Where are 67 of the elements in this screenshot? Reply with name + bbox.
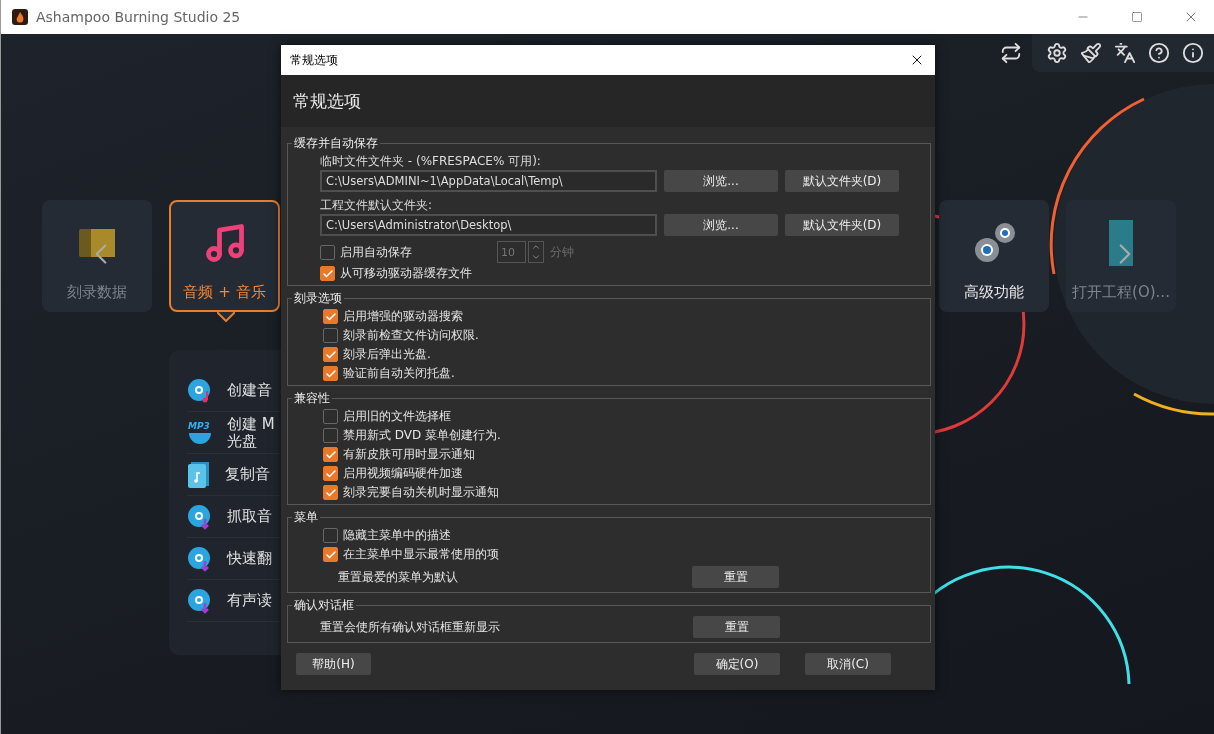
- dialog-heading: 常规选项: [293, 89, 361, 113]
- checkbox[interactable]: [323, 328, 338, 343]
- task-label: 抓取音: [227, 508, 272, 525]
- unit-label: 分钟: [550, 243, 574, 261]
- reset-button[interactable]: 重置: [692, 566, 779, 588]
- group-title: 兼容性: [293, 390, 331, 407]
- disc-download-icon: [187, 503, 213, 530]
- maximize-icon: [1131, 11, 1143, 23]
- task-label: 复制音: [225, 466, 270, 483]
- checkbox[interactable]: [323, 528, 338, 543]
- checkbox[interactable]: [323, 347, 338, 362]
- path-field[interactable]: C:\Users\Administrator\Desktop\: [320, 214, 657, 236]
- checkbox-label: 刻录前检查文件访问权限.: [343, 327, 479, 344]
- tile-label: 音频 + 音乐: [183, 283, 266, 302]
- cancel-button[interactable]: 取消(C): [805, 653, 891, 675]
- group-title: 缓存并自动保存: [293, 135, 379, 152]
- checkbox-label: 启用自动保存: [340, 243, 412, 261]
- disc-music-icon: [187, 377, 213, 404]
- task-label: 快速翻: [227, 550, 272, 567]
- dialog-title: 常规选项: [290, 51, 338, 69]
- checkbox-label: 从可移动驱动器缓存文件: [340, 265, 472, 282]
- group-title: 确认对话框: [293, 597, 355, 614]
- checkbox-label: 验证前自动关闭托盘.: [343, 365, 455, 382]
- default-folder-button[interactable]: 默认文件夹(D): [785, 214, 899, 236]
- document-icon: [1109, 219, 1133, 266]
- tile-label: 高级功能: [964, 283, 1024, 302]
- checkbox-label: 刻录后弹出光盘.: [343, 346, 431, 363]
- checkbox[interactable]: [323, 409, 338, 424]
- checkbox-label: 启用视频编码硬件加速: [343, 465, 463, 482]
- window-title: Ashampoo Burning Studio 25: [36, 9, 242, 25]
- music-file-icon: [187, 460, 211, 489]
- group-title: 菜单: [293, 509, 319, 526]
- pointer-icon: [217, 312, 235, 322]
- checkbox[interactable]: [323, 309, 338, 324]
- ok-button[interactable]: 确定(O): [694, 653, 780, 675]
- path-field[interactable]: C:\Users\ADMINI~1\AppData\Local\Temp\: [320, 170, 657, 192]
- tile-label: 打开工程(O)...: [1072, 283, 1170, 302]
- default-folder-button[interactable]: 默认文件夹(D): [785, 170, 899, 192]
- reset-label: 重置会使所有确认对话框重新显示: [320, 618, 501, 636]
- checkbox[interactable]: [323, 366, 338, 381]
- field-label: 临时文件文件夹 - (%FRESPACE% 可用):: [319, 153, 542, 170]
- tile-label: 刻录数据: [67, 283, 127, 302]
- app-flame-icon: [12, 9, 28, 25]
- disc-download-icon: [187, 545, 213, 572]
- checkbox[interactable]: [323, 447, 338, 462]
- task-label: 创建 M 光盘: [227, 415, 275, 450]
- folder-icon: [77, 226, 117, 259]
- browse-button[interactable]: 浏览...: [664, 170, 778, 192]
- checkbox[interactable]: [323, 466, 338, 481]
- group-title: 刻录选项: [293, 290, 343, 307]
- browse-button[interactable]: 浏览...: [664, 214, 778, 236]
- checkbox-label: 隐藏主菜单中的描述: [343, 527, 451, 544]
- task-label: 创建音: [227, 382, 272, 399]
- checkbox[interactable]: [323, 547, 338, 562]
- field-label: 工程文件默认文件夹:: [319, 197, 434, 214]
- reset-label: 重置最爱的菜单为默认: [338, 568, 459, 586]
- checkbox-label: 在主菜单中显示最常使用的项: [343, 546, 499, 563]
- task-label: 有声读: [227, 592, 272, 609]
- reset-button[interactable]: 重置: [693, 616, 780, 638]
- checkbox[interactable]: [323, 428, 338, 443]
- category-tile[interactable]: 高级功能: [939, 200, 1049, 312]
- disc-download-icon: [187, 587, 213, 614]
- spin-buttons[interactable]: [528, 241, 544, 263]
- checkbox[interactable]: [323, 485, 338, 500]
- checkbox-label: 启用增强的驱动器搜索: [343, 308, 463, 325]
- checkbox[interactable]: [320, 266, 335, 281]
- help-button[interactable]: 帮助(H): [296, 653, 371, 675]
